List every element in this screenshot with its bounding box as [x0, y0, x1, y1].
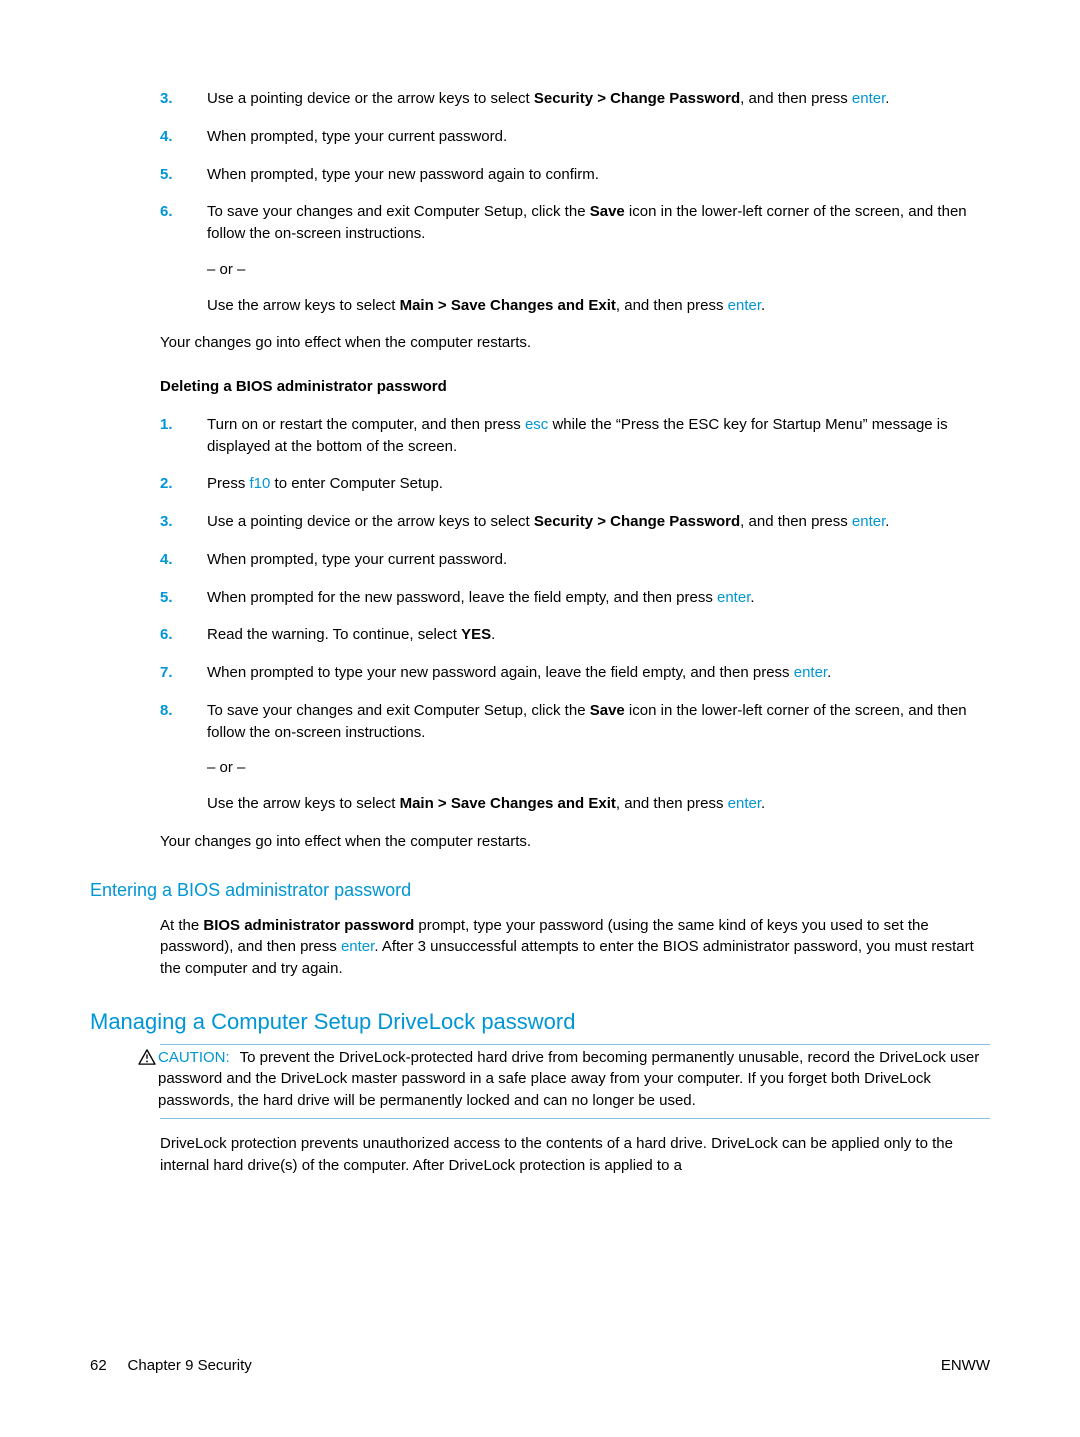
numbered-list-delete-password: 1. Turn on or restart the computer, and …: [160, 414, 990, 815]
step-text: Use a pointing device or the arrow keys …: [207, 88, 990, 110]
caution-triangle-icon: [138, 1049, 156, 1065]
list-item: 3. Use a pointing device or the arrow ke…: [160, 88, 990, 110]
step-text: To save your changes and exit Computer S…: [207, 201, 990, 316]
caution-content: CAUTION:To prevent the DriveLock-protect…: [158, 1047, 990, 1112]
step-text: Turn on or restart the computer, and the…: [207, 414, 990, 458]
list-item: 3. Use a pointing device or the arrow ke…: [160, 511, 990, 533]
list-item: 5. When prompted for the new password, l…: [160, 587, 990, 609]
page-number: 62: [90, 1357, 107, 1374]
step-text: When prompted to type your new password …: [207, 662, 990, 684]
caution-label: CAUTION:: [158, 1049, 230, 1066]
list-item: 1. Turn on or restart the computer, and …: [160, 414, 990, 458]
list-item: 4. When prompted, type your current pass…: [160, 549, 990, 571]
step-text: Press f10 to enter Computer Setup.: [207, 473, 990, 495]
step-number: 3.: [160, 511, 207, 533]
step-text: Read the warning. To continue, select YE…: [207, 624, 990, 646]
paragraph: DriveLock protection prevents unauthoriz…: [160, 1133, 990, 1177]
list-item: 8. To save your changes and exit Compute…: [160, 700, 990, 815]
list-item: 7. When prompted to type your new passwo…: [160, 662, 990, 684]
step-number: 7.: [160, 662, 207, 684]
step-text: When prompted, type your current passwor…: [207, 126, 990, 148]
alt-instruction: Use the arrow keys to select Main > Save…: [207, 793, 990, 815]
step-number: 1.: [160, 414, 207, 458]
step-text: To save your changes and exit Computer S…: [207, 700, 990, 815]
step-number: 5.: [160, 587, 207, 609]
step-number: 8.: [160, 700, 207, 815]
list-item: 6. Read the warning. To continue, select…: [160, 624, 990, 646]
step-text: Use a pointing device or the arrow keys …: [207, 511, 990, 533]
numbered-list-change-password: 3. Use a pointing device or the arrow ke…: [160, 88, 990, 316]
step-text: When prompted, type your new password ag…: [207, 164, 990, 186]
list-item: 4. When prompted, type your current pass…: [160, 126, 990, 148]
list-item: 2. Press f10 to enter Computer Setup.: [160, 473, 990, 495]
step-number: 6.: [160, 201, 207, 316]
caution-text: To prevent the DriveLock-protected hard …: [158, 1049, 979, 1110]
closing-text: Your changes go into effect when the com…: [160, 332, 990, 354]
step-number: 6.: [160, 624, 207, 646]
or-separator: – or –: [207, 757, 990, 779]
or-separator: – or –: [207, 259, 990, 281]
subheading-deleting: Deleting a BIOS administrator password: [160, 376, 990, 398]
step-number: 4.: [160, 549, 207, 571]
chapter-title: Chapter 9 Security: [128, 1357, 252, 1374]
heading-managing-drivelock: Managing a Computer Setup DriveLock pass…: [90, 1006, 990, 1038]
closing-text: Your changes go into effect when the com…: [160, 831, 990, 853]
alt-instruction: Use the arrow keys to select Main > Save…: [207, 295, 990, 317]
footer-right: ENWW: [941, 1355, 990, 1377]
caution-box: CAUTION:To prevent the DriveLock-protect…: [160, 1044, 990, 1119]
page-footer: 62 Chapter 9 Security ENWW: [90, 1355, 990, 1377]
step-text: When prompted, type your current passwor…: [207, 549, 990, 571]
step-number: 5.: [160, 164, 207, 186]
list-item: 5. When prompted, type your new password…: [160, 164, 990, 186]
step-text: When prompted for the new password, leav…: [207, 587, 990, 609]
list-item: 6. To save your changes and exit Compute…: [160, 201, 990, 316]
heading-entering-bios: Entering a BIOS administrator password: [90, 877, 990, 903]
step-number: 3.: [160, 88, 207, 110]
step-number: 4.: [160, 126, 207, 148]
step-number: 2.: [160, 473, 207, 495]
footer-left: 62 Chapter 9 Security: [90, 1355, 252, 1377]
paragraph: At the BIOS administrator password promp…: [160, 915, 990, 980]
